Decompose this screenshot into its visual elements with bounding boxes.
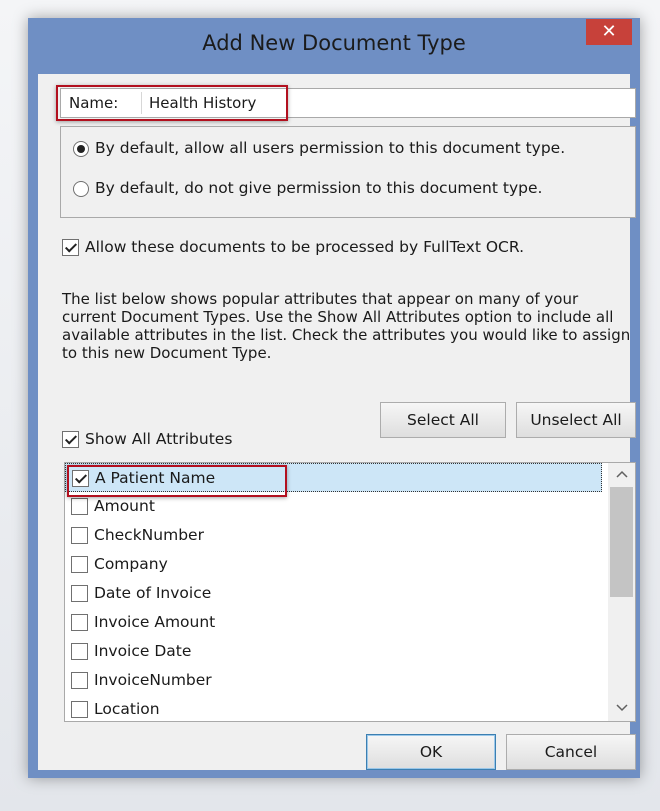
permissions-group: By default, allow all users permission t… [60,126,636,218]
dialog-body: Name: Health History By default, allow a… [38,74,636,770]
permission-deny-label: By default, do not give permission to th… [95,179,543,197]
vertical-scrollbar[interactable] [608,463,635,721]
scrollbar-thumb[interactable] [610,487,633,597]
attribute-checkbox[interactable] [71,672,88,689]
permission-option-allow[interactable]: By default, allow all users permission t… [73,139,565,163]
list-item[interactable]: Invoice Amount [65,608,602,637]
close-icon: ✕ [601,21,617,42]
cancel-button[interactable]: Cancel [506,734,636,770]
dialog-window: Add New Document Type ✕ Name: Health His… [28,18,640,778]
attribute-label: Amount [94,497,155,515]
attribute-label: Location [94,700,160,718]
attribute-label: Invoice Amount [94,613,216,631]
attribute-label: InvoiceNumber [94,671,212,689]
list-item[interactable]: CheckNumber [65,521,602,550]
attribute-checkbox[interactable] [71,585,88,602]
show-all-attributes-row[interactable]: Show All Attributes [62,430,232,448]
chevron-up-icon[interactable] [608,463,635,487]
dialog-title: Add New Document Type [202,31,466,55]
attribute-checkbox[interactable] [71,556,88,573]
attribute-highlight [67,465,287,497]
ocr-checkbox-row[interactable]: Allow these documents to be processed by… [62,238,524,256]
attribute-label: Company [94,555,168,573]
list-item[interactable]: Date of Invoice [65,579,602,608]
attribute-label: CheckNumber [94,526,204,544]
ocr-label: Allow these documents to be processed by… [85,238,525,256]
attribute-checkbox[interactable] [71,643,88,660]
attributes-description: The list below shows popular attributes … [62,290,631,362]
select-all-button[interactable]: Select All [380,402,506,438]
permission-allow-label: By default, allow all users permission t… [95,139,566,157]
list-item[interactable]: Location [65,695,602,721]
chevron-down-icon[interactable] [608,697,635,721]
show-all-checkbox[interactable] [62,431,79,448]
name-highlight [56,85,288,121]
radio-selected-icon[interactable] [73,140,89,157]
attribute-label: Date of Invoice [94,584,212,602]
close-button[interactable]: ✕ [586,19,632,45]
unselect-all-button[interactable]: Unselect All [516,402,636,438]
radio-unselected-icon[interactable] [73,180,89,197]
list-item[interactable]: InvoiceNumber [65,666,602,695]
title-bar[interactable]: Add New Document Type ✕ [28,18,640,74]
attribute-checkbox[interactable] [71,498,88,515]
permission-option-deny[interactable]: By default, do not give permission to th… [73,179,542,203]
ok-button[interactable]: OK [366,734,496,770]
list-item[interactable]: Company [65,550,602,579]
attribute-checkbox[interactable] [71,701,88,718]
show-all-label: Show All Attributes [85,430,233,448]
attribute-checkbox[interactable] [71,614,88,631]
attributes-list[interactable]: A Patient Name Amount CheckNumber Compan… [64,462,636,722]
attribute-label: Invoice Date [94,642,192,660]
attribute-checkbox[interactable] [71,527,88,544]
ocr-checkbox[interactable] [62,239,79,256]
list-item[interactable]: Invoice Date [65,637,602,666]
